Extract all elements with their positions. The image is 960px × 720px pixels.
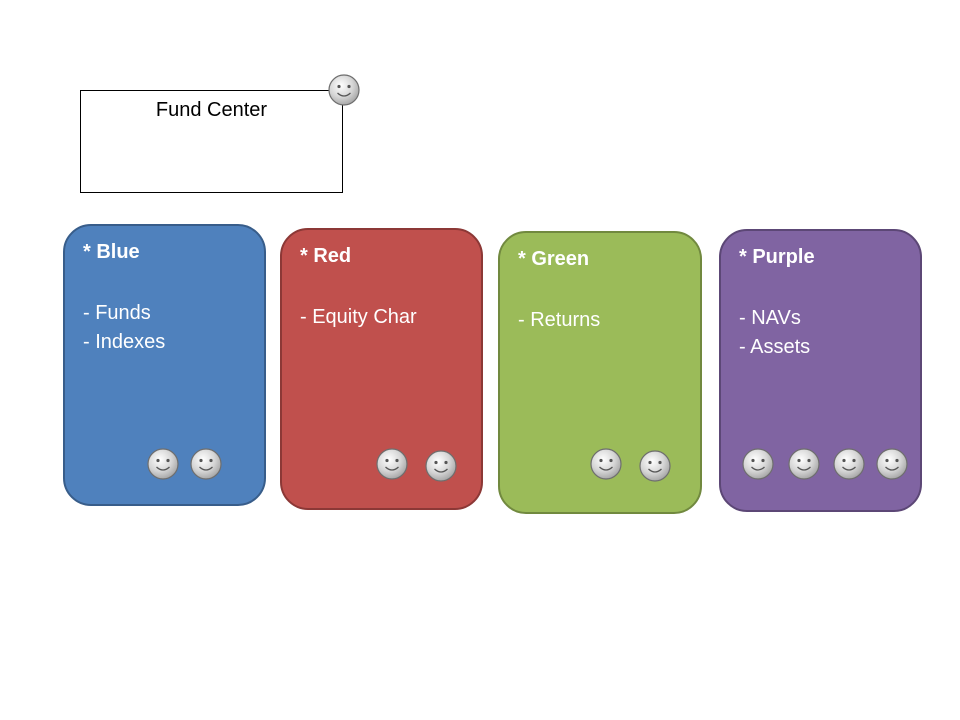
team-items: - NAVs - Assets — [739, 304, 810, 362]
team-items: - Equity Char — [300, 303, 417, 332]
smiley-face-icon — [589, 447, 623, 481]
team-name: * Purple — [739, 246, 815, 268]
team-name: * Green — [518, 248, 590, 270]
smiley-face-icon — [375, 447, 409, 481]
fund-center-box: Fund Center — [80, 90, 343, 193]
team-item: - Funds — [83, 302, 151, 324]
team-item: - NAVs — [739, 307, 801, 329]
smiley-face-icon — [189, 447, 223, 481]
smiley-face-icon — [832, 447, 866, 481]
smiley-face-icon — [741, 447, 775, 481]
smiley-face-icon — [875, 447, 909, 481]
team-items: - Returns — [518, 306, 600, 335]
smiley-face-icon — [638, 449, 672, 483]
team-item: - Returns — [518, 309, 601, 331]
team-item: - Assets — [739, 336, 811, 358]
team-item: - Indexes — [83, 331, 166, 353]
team-item: - Equity Char — [300, 306, 417, 328]
smiley-face-icon — [327, 73, 361, 107]
team-name: * Blue — [83, 241, 140, 263]
smiley-face-icon — [146, 447, 180, 481]
team-items: - Funds - Indexes — [83, 299, 165, 357]
team-name: * Red — [300, 245, 352, 267]
smiley-face-icon — [424, 449, 458, 483]
fund-center-title: Fund Center — [155, 99, 268, 121]
smiley-face-icon — [787, 447, 821, 481]
